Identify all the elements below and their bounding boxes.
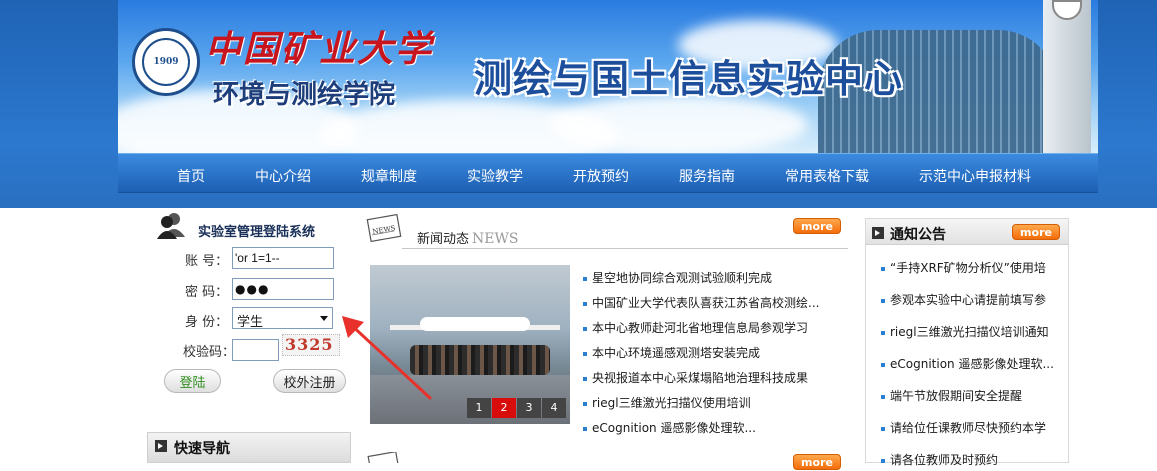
list-item[interactable]: 本中心教师赴河北省地理信息局参观学习: [583, 319, 808, 336]
identity-select[interactable]: 学生: [232, 307, 333, 330]
notice-more-button[interactable]: more: [1012, 224, 1060, 240]
bullet-icon: [583, 426, 587, 431]
captcha-code: 3325: [285, 335, 334, 354]
list-item[interactable]: 中国矿业大学代表队喜获江苏省高校测绘...: [583, 294, 819, 311]
annotation-arrow: [342, 316, 432, 400]
identity-label: 身 份：: [185, 315, 229, 330]
list-item[interactable]: eCognition 遥感影像处理软...: [583, 419, 756, 436]
arrow-box-icon: [155, 440, 167, 452]
chevron-down-icon: [320, 316, 328, 321]
pager-page-3[interactable]: 3: [517, 398, 541, 418]
notice-item[interactable]: 请给位任课教师尽快预约本学: [881, 419, 1061, 436]
pager-page-1[interactable]: 1: [467, 398, 491, 418]
nav-item-rules[interactable]: 规章制度: [361, 166, 417, 186]
quick-nav-title: 快速导航: [174, 441, 230, 457]
news-more-button[interactable]: more: [793, 218, 841, 234]
account-label: 账 号：: [185, 254, 229, 269]
bullet-icon: [881, 394, 885, 399]
bullet-icon: [881, 362, 885, 367]
notice-item[interactable]: 请各位教师及时预约: [881, 451, 1061, 468]
captcha-image[interactable]: 3325: [282, 334, 340, 356]
university-name: 中国矿业大学: [205, 28, 434, 70]
bullet-icon: [881, 298, 885, 303]
nav-item-forms-download[interactable]: 常用表格下载: [785, 166, 869, 186]
clock-tower-image: [1043, 0, 1091, 153]
users-icon: [157, 213, 185, 239]
second-section-more-button[interactable]: more: [793, 454, 841, 470]
nav-item-teaching[interactable]: 实验教学: [467, 166, 523, 186]
list-item[interactable]: 央视报道本中心采煤塌陷地治理科技成果: [583, 369, 808, 386]
pager-page-2[interactable]: 2: [492, 398, 516, 418]
bullet-icon: [583, 326, 587, 331]
notice-item[interactable]: eCognition 遥感影像处理软...: [881, 355, 1061, 372]
nav-item-about[interactable]: 中心介绍: [255, 166, 311, 186]
bullet-icon: [881, 426, 885, 431]
captcha-input[interactable]: [232, 339, 279, 361]
notice-item[interactable]: “手持XRF矿物分析仪”使用培: [881, 259, 1061, 276]
college-name: 环境与测绘学院: [213, 80, 396, 110]
bullet-icon: [881, 266, 885, 271]
password-input[interactable]: ●●●: [232, 278, 334, 300]
nav-item-home[interactable]: 首页: [177, 166, 205, 186]
main-nav: 首页 中心介绍 规章制度 实验教学 开放预约 服务指南 常用表格下载 示范中心申…: [118, 153, 1098, 193]
nav-item-demo-center[interactable]: 示范中心申报材料: [919, 166, 1031, 186]
bullet-icon: [583, 401, 587, 406]
pager-page-4[interactable]: 4: [542, 398, 566, 418]
list-item[interactable]: 本中心环境遥感观测塔安装完成: [583, 344, 760, 361]
notice-item[interactable]: 参观本实验中心请提前填写参: [881, 291, 1061, 308]
list-item[interactable]: riegl三维激光扫描仪使用培训: [583, 394, 751, 411]
bullet-icon: [583, 376, 587, 381]
news-title-cn: 新闻动态: [417, 232, 470, 247]
bullet-icon: [881, 330, 885, 335]
captcha-label: 校验码：: [183, 345, 236, 360]
logo-year: 1909: [142, 38, 190, 86]
register-button[interactable]: 校外注册: [273, 369, 346, 393]
bullet-icon: [881, 458, 885, 463]
divider: [402, 248, 848, 249]
login-title: 实验室管理登陆系统: [198, 225, 316, 240]
notice-item[interactable]: 端午节放假期间安全提醒: [881, 387, 1061, 404]
newspaper-icon-2: [367, 452, 399, 463]
university-logo: 1909: [132, 28, 200, 96]
notice-title: 通知公告: [890, 227, 946, 243]
account-input[interactable]: [232, 247, 334, 269]
login-button[interactable]: 登陆: [164, 369, 221, 393]
bullet-icon: [583, 301, 587, 306]
nav-item-booking[interactable]: 开放预约: [573, 166, 629, 186]
center-title: 测绘与国土信息实验中心: [474, 57, 904, 101]
notice-item[interactable]: riegl三维激光扫描仪培训通知: [881, 323, 1061, 340]
newspaper-icon: NEWS: [366, 213, 402, 243]
identity-selected-value: 学生: [237, 315, 264, 330]
arrow-box-icon: [872, 227, 884, 239]
list-item[interactable]: 星空地协同综合观测试验顺利完成: [583, 269, 772, 286]
bullet-icon: [583, 351, 587, 356]
news-title-en: NEWS: [472, 231, 519, 247]
nav-item-service-guide[interactable]: 服务指南: [679, 166, 735, 186]
news-section-title: 新闻动态 NEWS: [417, 228, 518, 247]
photo-pager: 1 2 3 4: [467, 398, 566, 418]
quick-nav-header: 快速导航: [147, 432, 351, 463]
bullet-icon: [583, 276, 587, 281]
password-label: 密 码：: [185, 285, 229, 300]
